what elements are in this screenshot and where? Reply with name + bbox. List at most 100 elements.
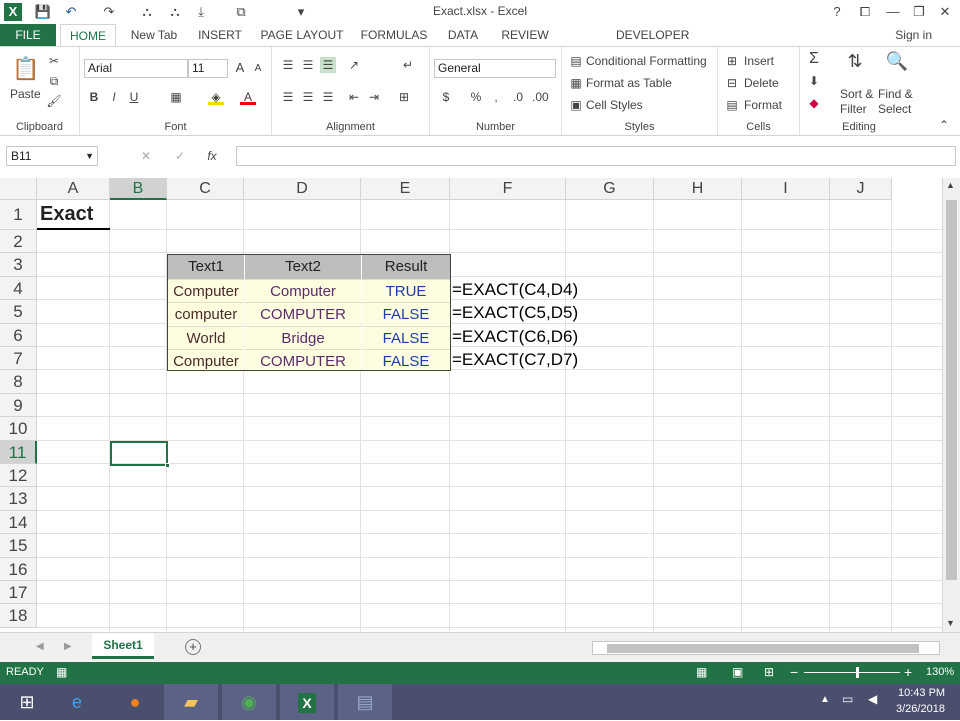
italic-button[interactable]: I (106, 89, 122, 105)
restore-button[interactable]: ❐ (906, 2, 932, 22)
find-select-label-1[interactable]: Find & (878, 87, 913, 101)
row-header-9[interactable]: 9 (0, 393, 37, 418)
scroll-down-icon[interactable]: ▼ (946, 618, 955, 628)
column-header-g[interactable]: G (566, 178, 654, 200)
row-header-3[interactable]: 3 (0, 253, 37, 277)
film-app-icon[interactable]: ▤ (338, 684, 392, 720)
tab-data[interactable]: DATA (442, 24, 484, 46)
find-select-label-2[interactable]: Select (878, 102, 911, 116)
row-header-16[interactable]: 16 (0, 557, 37, 581)
column-header-c[interactable]: C (167, 178, 244, 200)
increase-indent-icon[interactable]: ⇥ (366, 89, 382, 105)
font-size-select[interactable]: 11 (188, 59, 228, 78)
worksheet-grid[interactable]: ABCDEFGHIJ 1 2 3 4 5 6 7 8 9 10 11 12 13 14 15 16 17 18 E… (0, 178, 942, 632)
sheet-title[interactable]: Exact (40, 203, 93, 226)
merge-center-icon[interactable]: ⊞ (396, 89, 412, 105)
align-center-icon[interactable]: ☰ (300, 89, 316, 105)
tray-arrow-icon[interactable]: ▲ (820, 694, 830, 705)
align-left-icon[interactable]: ☰ (280, 89, 296, 105)
zoom-slider-thumb[interactable] (856, 667, 859, 678)
grow-font-icon[interactable]: A (232, 60, 248, 76)
autosum-icon[interactable]: Σ (806, 51, 822, 67)
tab-new-tab[interactable]: New Tab (124, 24, 184, 46)
add-sheet-icon[interactable]: + (185, 639, 201, 655)
bold-button[interactable]: B (86, 89, 102, 105)
edge-icon[interactable]: e (50, 684, 104, 720)
align-right-icon[interactable]: ☰ (320, 89, 336, 105)
tab-formulas[interactable]: FORMULAS (360, 24, 428, 46)
fill-color-icon[interactable]: ◈ (208, 89, 224, 105)
orientation-icon[interactable]: ↗ (346, 57, 362, 73)
row-header-8[interactable]: 8 (0, 370, 37, 394)
zoom-slider[interactable] (804, 672, 900, 673)
row-header-15[interactable]: 15 (0, 534, 37, 558)
tab-developer[interactable]: DEVELOPER (616, 24, 689, 46)
cell-styles-button[interactable]: Cell Styles (586, 98, 643, 112)
format-painter-icon[interactable]: 🖌 (46, 93, 62, 109)
volume-icon[interactable]: ◀ (868, 692, 877, 706)
row-header-12[interactable]: 12 (0, 464, 37, 488)
row-header-2[interactable]: 2 (0, 230, 37, 254)
row-header-13[interactable]: 13 (0, 487, 37, 511)
row-header-4[interactable]: 4 (0, 276, 37, 301)
sort-filter-label-1[interactable]: Sort & (840, 87, 873, 101)
currency-button[interactable]: $ (438, 89, 454, 105)
minimize-button[interactable]: — (880, 2, 906, 22)
number-format-select[interactable]: General (434, 59, 556, 78)
cell-formula-text[interactable]: =EXACT(C5,D5) (452, 303, 578, 323)
decrease-indent-icon[interactable]: ⇤ (346, 89, 362, 105)
name-box[interactable]: B11 ▼ (6, 146, 98, 166)
row-header-14[interactable]: 14 (0, 510, 37, 535)
column-header-b[interactable]: B (110, 178, 167, 200)
insert-function-icon[interactable]: fx (204, 148, 220, 164)
network-icon[interactable]: ▭ (842, 692, 853, 706)
zoom-in-icon[interactable]: + (904, 664, 912, 680)
percent-button[interactable]: % (468, 89, 484, 105)
firefox-icon[interactable]: ● (108, 684, 162, 720)
row-header-10[interactable]: 10 (0, 417, 37, 441)
column-header-h[interactable]: H (654, 178, 742, 200)
ribbon-display-button[interactable]: ⧠ (852, 2, 878, 22)
align-bottom-icon[interactable]: ☰ (320, 57, 336, 73)
paste-icon[interactable]: 📋 (12, 55, 39, 83)
cell-formula-text[interactable]: =EXACT(C6,D6) (452, 327, 578, 347)
font-color-icon[interactable]: A (240, 89, 256, 105)
clock-time[interactable]: 10:43 PM (898, 687, 945, 699)
prev-sheet-icon[interactable]: ◀ (36, 641, 44, 652)
row-header-6[interactable]: 6 (0, 323, 37, 347)
tab-file[interactable]: FILE (0, 24, 56, 46)
scroll-thumb[interactable] (946, 200, 957, 580)
cell-formula-text[interactable]: =EXACT(C4,D4) (452, 280, 578, 300)
tab-insert[interactable]: INSERT (194, 24, 246, 46)
format-as-table-button[interactable]: Format as Table (586, 76, 672, 90)
comma-button[interactable]: , (488, 89, 504, 105)
page-layout-view-icon[interactable]: ▣ (732, 665, 743, 679)
clock-date[interactable]: 3/26/2018 (896, 703, 945, 715)
underline-button[interactable]: U (126, 89, 142, 105)
next-sheet-icon[interactable]: ▶ (64, 641, 72, 652)
increase-decimal-icon[interactable]: .0 (510, 89, 526, 105)
font-name-select[interactable]: Arial (84, 59, 188, 78)
decrease-decimal-icon[interactable]: .00 (532, 89, 549, 105)
borders-icon[interactable]: ▦ (168, 89, 184, 105)
fill-icon[interactable]: ⬇ (806, 73, 822, 89)
column-header-e[interactable]: E (361, 178, 450, 200)
column-header-j[interactable]: J (830, 178, 892, 200)
collapse-ribbon-icon[interactable]: ⌃ (936, 117, 952, 133)
row-header-11[interactable]: 11 (0, 440, 37, 464)
chevron-down-icon[interactable]: ▼ (85, 147, 94, 165)
select-all-corner[interactable] (0, 178, 37, 200)
tab-page-layout[interactable]: PAGE LAYOUT (258, 24, 346, 46)
row-header-17[interactable]: 17 (0, 581, 37, 605)
page-break-view-icon[interactable]: ⊞ (764, 665, 774, 679)
hscroll-thumb[interactable] (607, 644, 919, 653)
selected-cell-b11[interactable] (110, 441, 168, 466)
column-header-f[interactable]: F (450, 178, 566, 200)
sheet-tab-sheet1[interactable]: Sheet1 (92, 633, 154, 659)
help-button[interactable]: ? (824, 2, 850, 22)
row-header-1[interactable]: 1 (0, 200, 37, 230)
zoom-out-icon[interactable]: − (790, 664, 798, 680)
delete-cells-button[interactable]: Delete (744, 76, 779, 90)
cell-formula-text[interactable]: =EXACT(C7,D7) (452, 350, 578, 370)
row-header-5[interactable]: 5 (0, 300, 37, 324)
